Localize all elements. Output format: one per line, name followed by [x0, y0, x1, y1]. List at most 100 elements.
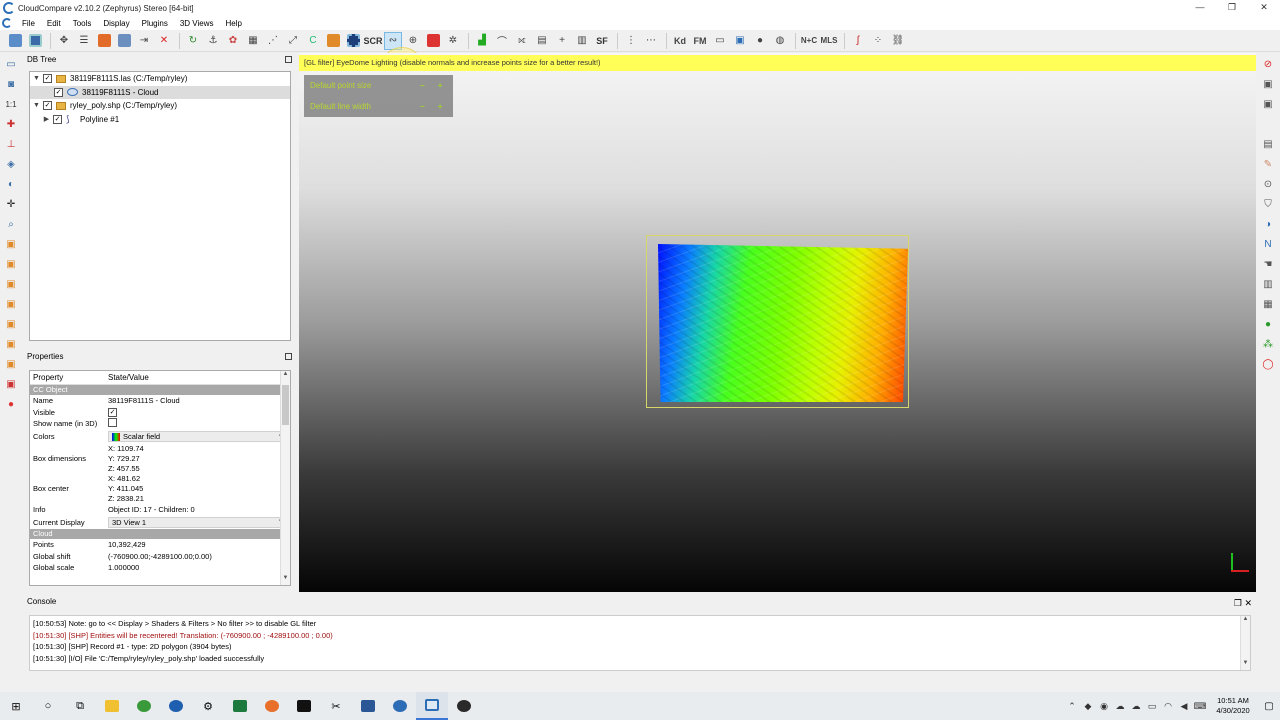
kdtree-icon[interactable]: Kd [671, 32, 689, 50]
shield-icon[interactable]: ⛉ [1259, 195, 1277, 213]
hpr-icon[interactable]: ▣ [731, 32, 749, 50]
table-icon[interactable]: ▤ [533, 32, 551, 50]
grid-icon[interactable]: ▦ [1259, 295, 1277, 313]
scroll-down-icon[interactable]: ▼ [281, 575, 290, 585]
dots-icon[interactable]: ⁘ [869, 32, 887, 50]
visibility-checkbox[interactable]: ✓ [53, 114, 62, 124]
menu-edit[interactable]: Edit [41, 19, 67, 28]
color-icon[interactable]: ◉ [1096, 701, 1112, 712]
onedrive2-icon[interactable]: ☁ [1128, 701, 1144, 712]
delete-icon[interactable]: ✕ [155, 32, 173, 50]
compute-normals-icon[interactable]: ⋮ [622, 32, 640, 50]
north-icon[interactable]: N [1259, 235, 1277, 253]
menu-plugins[interactable]: Plugins [136, 19, 174, 28]
excel-icon[interactable] [224, 692, 256, 720]
open-icon[interactable] [6, 32, 24, 50]
perspective-icon[interactable]: ◈ [2, 155, 20, 173]
viewport2-icon[interactable]: ▣ [1259, 95, 1277, 113]
file-explorer-icon[interactable] [96, 692, 128, 720]
3d-view[interactable]: [GL filter] EyeDome Lighting (disable no… [299, 53, 1256, 592]
scroll-up-icon[interactable]: ▲ [281, 371, 290, 381]
mls-icon[interactable]: MLS [820, 32, 838, 50]
search-icon[interactable]: ○ [32, 692, 64, 720]
nc-icon[interactable]: N+C [800, 32, 818, 50]
checker-icon[interactable] [344, 32, 362, 50]
right-view-icon[interactable]: ▣ [2, 315, 20, 333]
stereo-icon[interactable]: ● [2, 395, 20, 413]
filter-sf-icon[interactable]: ⟖ [513, 32, 531, 50]
prop-value[interactable]: 38119F8111S - Cloud [108, 396, 290, 405]
list-icon[interactable]: ☰ [75, 32, 93, 50]
console-scrollbar[interactable]: ▲ ▼ [1240, 616, 1250, 670]
tree-item-polyline[interactable]: ▶ ✓ ⟆ Polyline #1 [30, 113, 290, 127]
current-display-dropdown[interactable]: 3D View 1▼ [108, 516, 288, 528]
sphere-icon[interactable]: ● [751, 32, 769, 50]
tree-item-cloud[interactable]: ✓ 38119F8111S - Cloud [30, 85, 290, 99]
show-name-checkbox[interactable] [108, 418, 117, 428]
chrome-icon[interactable] [128, 692, 160, 720]
iso1-view-icon[interactable]: ▣ [2, 355, 20, 373]
left-view-icon[interactable]: ▣ [2, 275, 20, 293]
brush-icon[interactable]: ✎ [1259, 155, 1277, 173]
curve-icon[interactable]: ⌒ [493, 32, 511, 50]
clone-icon[interactable]: ✥ [55, 32, 73, 50]
minimize-button[interactable]: — [1184, 0, 1216, 16]
point-size-minus-button[interactable]: − [417, 81, 427, 90]
ruler-icon[interactable]: ▥ [1259, 275, 1277, 293]
hand-icon[interactable]: ☚ [1259, 255, 1277, 273]
back-view-icon[interactable]: ▣ [2, 295, 20, 313]
wifi-icon[interactable]: ◠ [1160, 701, 1176, 712]
start-windows-icon[interactable]: ⊞ [0, 692, 32, 720]
top-view-icon[interactable]: ▣ [2, 235, 20, 253]
sample-icon[interactable]: ⋰ [264, 32, 282, 50]
subsample-icon[interactable] [115, 32, 133, 50]
db-tree-view[interactable]: ▼ ✓ 38119F8111S.las (C:/Temp/ryley) ✓ 38… [29, 71, 291, 341]
firefox-icon[interactable] [256, 692, 288, 720]
scrollbar-thumb[interactable] [282, 385, 289, 425]
visibility-checkbox[interactable]: ✓ [43, 101, 52, 111]
menu-help[interactable]: Help [220, 19, 248, 28]
scroll-up-icon[interactable]: ▲ [1241, 616, 1250, 626]
rotate-icon[interactable]: ↻ [184, 32, 202, 50]
link-icon[interactable]: ⛓ [889, 32, 907, 50]
globe-icon[interactable]: ◍ [771, 32, 789, 50]
film-icon[interactable]: ▤ [1259, 135, 1277, 153]
auto-pivot-icon[interactable]: ⊥ [2, 135, 20, 153]
print-icon[interactable]: ▭ [711, 32, 729, 50]
properties-scrollbar[interactable]: ▲ ▼ [280, 371, 290, 585]
collapse-icon[interactable]: ▼ [32, 75, 41, 82]
compass-tool-icon[interactable]: ⊙ [1259, 175, 1277, 193]
canupo-icon[interactable]: ◑ [1259, 215, 1277, 233]
s-curve-icon[interactable]: ʃ [849, 32, 867, 50]
point-size-plus-button[interactable]: + [435, 81, 445, 90]
colors-dropdown[interactable]: Scalar field▼ [108, 431, 288, 442]
ssao-icon[interactable]: ⊕ [404, 32, 422, 50]
maximize-button[interactable]: ❐ [1216, 0, 1248, 16]
sf-icon[interactable]: SF [593, 32, 611, 50]
task-view-icon[interactable]: ⧉ [64, 692, 96, 720]
compass-icon[interactable]: ✿ [224, 32, 242, 50]
scalar-list-icon[interactable]: ▥ [573, 32, 591, 50]
battery-icon[interactable]: ▭ [1144, 701, 1160, 712]
app-blue-icon[interactable] [384, 692, 416, 720]
classify-icon[interactable]: ⋯ [642, 32, 660, 50]
visibility-checkbox[interactable]: ✓ [43, 74, 52, 84]
front-view-icon[interactable]: ▣ [2, 255, 20, 273]
undock-icon[interactable] [285, 353, 292, 360]
stop-icon[interactable]: ⊘ [1259, 55, 1277, 73]
ellipse-icon[interactable]: ◯ [1259, 355, 1277, 373]
terminal-icon[interactable] [288, 692, 320, 720]
crop-icon[interactable]: ⤢ [284, 32, 302, 50]
iso2-view-icon[interactable]: ▣ [2, 375, 20, 393]
save-icon[interactable] [26, 32, 44, 50]
edge-icon[interactable] [160, 692, 192, 720]
center-pivot-icon[interactable]: ✛ [2, 195, 20, 213]
camera-icon[interactable]: ◙ [2, 75, 20, 93]
histogram-icon[interactable]: ▟ [473, 32, 491, 50]
volume-icon[interactable]: ◀ [1176, 701, 1192, 712]
lighting-icon[interactable]: ◐ [2, 175, 20, 193]
collapse-icon[interactable]: ▼ [32, 102, 41, 109]
merge-icon[interactable] [95, 32, 113, 50]
viewport-icon[interactable]: ▣ [1259, 75, 1277, 93]
input-icon[interactable]: ⌨ [1192, 701, 1208, 712]
